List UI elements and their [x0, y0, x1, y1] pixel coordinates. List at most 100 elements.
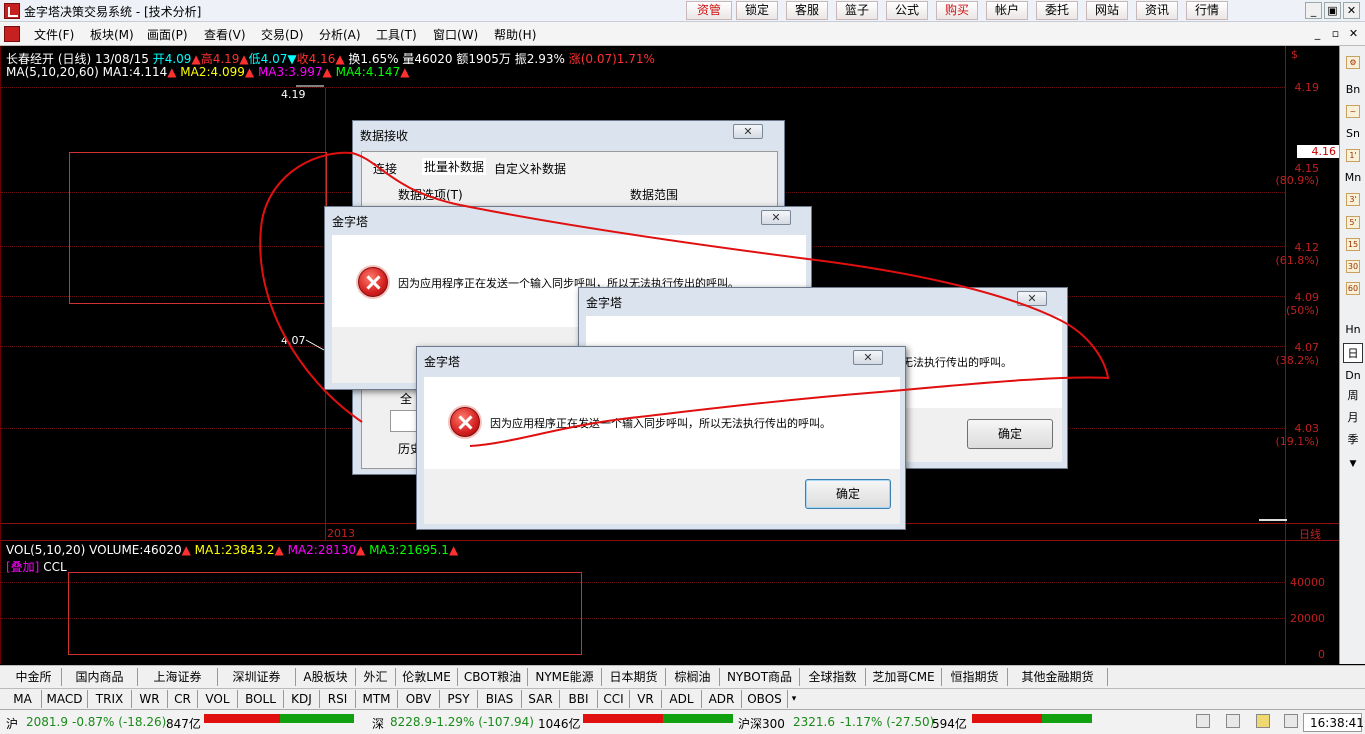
- menu-screen[interactable]: 画面(P): [147, 26, 188, 43]
- toolbar-button-order[interactable]: 委托: [1036, 1, 1078, 20]
- close-icon[interactable]: ✕: [853, 350, 883, 365]
- market-tab[interactable]: 棕榈油: [666, 668, 720, 686]
- indicator-tab[interactable]: OBOS: [742, 690, 788, 708]
- calculator-icon[interactable]: [1284, 714, 1298, 728]
- market-tab[interactable]: 中金所: [6, 668, 62, 686]
- indicator-tab[interactable]: CR: [168, 690, 198, 708]
- tab-batch-fill[interactable]: 批量补数据: [422, 158, 487, 175]
- tools-icon[interactable]: [1196, 714, 1210, 728]
- period-button-mn[interactable]: Mn: [1343, 168, 1363, 188]
- toolbar-tool-icon[interactable]: ⚙: [1346, 56, 1360, 69]
- period-button-bn[interactable]: Bn: [1343, 80, 1363, 100]
- menu-sector[interactable]: 板块(M): [90, 26, 134, 43]
- toolbar-button-quotes[interactable]: 行情: [1186, 1, 1228, 20]
- menu-window[interactable]: 窗口(W): [433, 26, 478, 43]
- indicator-tab[interactable]: CCI: [598, 690, 630, 708]
- minute-15-icon[interactable]: 15: [1346, 238, 1360, 251]
- indicator-tab[interactable]: SAR: [522, 690, 560, 708]
- indicator-tab[interactable]: ADR: [702, 690, 742, 708]
- market-tab[interactable]: 芝加哥CME: [866, 668, 942, 686]
- toolbar-button-account[interactable]: 帐户: [986, 1, 1028, 20]
- period-button-sn[interactable]: Sn: [1343, 124, 1363, 144]
- period-button-month[interactable]: 月: [1343, 408, 1363, 428]
- indicator-tab[interactable]: TRIX: [88, 690, 132, 708]
- indicator-tab[interactable]: WR: [132, 690, 168, 708]
- sz-amount: 1046亿: [538, 717, 581, 731]
- mdi-minimize-button[interactable]: _: [1310, 27, 1325, 41]
- market-tab[interactable]: A股板块: [296, 668, 356, 686]
- market-tab[interactable]: NYBOT商品: [720, 668, 800, 686]
- toolbar-button-news[interactable]: 资讯: [1136, 1, 1178, 20]
- minute-5-icon[interactable]: 5': [1346, 216, 1360, 229]
- indicator-tab[interactable]: KDJ: [284, 690, 320, 708]
- tab-custom-fill[interactable]: 自定义补数据: [494, 160, 566, 177]
- indicator-tab[interactable]: PSY: [440, 690, 478, 708]
- overlay-label[interactable]: [叠加]: [6, 560, 39, 574]
- scroll-indicator[interactable]: [1259, 519, 1287, 521]
- indicator-tab[interactable]: MACD: [42, 690, 88, 708]
- close-icon[interactable]: ✕: [733, 124, 763, 139]
- period-button-quarter[interactable]: 季: [1343, 430, 1363, 450]
- indicator-tab[interactable]: BOLL: [238, 690, 284, 708]
- period-button-day[interactable]: 日: [1343, 343, 1363, 363]
- toolbar-button-basket[interactable]: 篮子: [836, 1, 878, 20]
- restore-button[interactable]: ▣: [1324, 2, 1341, 19]
- mdi-close-button[interactable]: ✕: [1346, 27, 1361, 41]
- indicator-tab[interactable]: VOL: [198, 690, 238, 708]
- document-icon[interactable]: [4, 26, 20, 42]
- toolbar-button-formula[interactable]: 公式: [886, 1, 928, 20]
- menu-view[interactable]: 查看(V): [204, 26, 246, 43]
- indicator-tab[interactable]: RSI: [320, 690, 356, 708]
- market-tab[interactable]: 伦敦LME: [396, 668, 458, 686]
- indicator-tab[interactable]: BBI: [560, 690, 598, 708]
- market-tab[interactable]: CBOT粮油: [458, 668, 528, 686]
- info-icon[interactable]: [1226, 714, 1240, 728]
- indicator-tab[interactable]: VR: [630, 690, 662, 708]
- market-tab[interactable]: 外汇: [356, 668, 396, 686]
- menu-analysis[interactable]: 分析(A): [319, 26, 361, 43]
- close-icon[interactable]: ✕: [761, 210, 791, 225]
- minute-30-icon[interactable]: 30: [1346, 260, 1360, 273]
- market-tab[interactable]: 全球指数: [800, 668, 866, 686]
- market-tab[interactable]: 日本期货: [602, 668, 666, 686]
- market-tab[interactable]: 国内商品: [62, 668, 138, 686]
- ok-button[interactable]: 确定: [967, 419, 1053, 449]
- currency-icon[interactable]: $: [1291, 48, 1298, 61]
- market-tab[interactable]: 上海证券: [138, 668, 218, 686]
- menu-help[interactable]: 帮助(H): [494, 26, 536, 43]
- market-tab[interactable]: 恒指期货: [942, 668, 1008, 686]
- period-button-hn[interactable]: Hn: [1343, 320, 1363, 340]
- menu-file[interactable]: 文件(F): [34, 26, 74, 43]
- menu-tools[interactable]: 工具(T): [376, 26, 417, 43]
- tab-connect[interactable]: 连接: [373, 160, 397, 177]
- indicator-tab[interactable]: MTM: [356, 690, 398, 708]
- market-tab[interactable]: 其他金融期货: [1008, 668, 1108, 686]
- scroll-down-icon[interactable]: ▼: [1343, 454, 1363, 474]
- market-tab[interactable]: NYME能源: [528, 668, 602, 686]
- minimize-button[interactable]: _: [1305, 2, 1322, 19]
- minute-1-icon[interactable]: 1': [1346, 149, 1360, 162]
- indicator-tab[interactable]: BIAS: [478, 690, 522, 708]
- indicator-tab[interactable]: MA: [4, 690, 42, 708]
- minute-60-icon[interactable]: 60: [1346, 282, 1360, 295]
- folder-icon[interactable]: [1256, 714, 1270, 728]
- menu-trade[interactable]: 交易(D): [261, 26, 304, 43]
- minute-3-icon[interactable]: 3': [1346, 193, 1360, 206]
- indicator-tab[interactable]: ADL: [662, 690, 702, 708]
- toolbar-button-buy[interactable]: 购买: [936, 1, 978, 20]
- toolbar-button-lock[interactable]: 锁定: [736, 1, 778, 20]
- close-icon[interactable]: ✕: [1017, 291, 1047, 306]
- mdi-restore-button[interactable]: ▫: [1328, 27, 1343, 41]
- close-button[interactable]: ✕: [1343, 2, 1360, 19]
- period-button-dn[interactable]: Dn: [1343, 366, 1363, 386]
- toolbar-button-service[interactable]: 客服: [786, 1, 828, 20]
- more-indicators-icon[interactable]: ▾: [788, 690, 800, 708]
- toolbar-button-website[interactable]: 网站: [1086, 1, 1128, 20]
- chart-line-icon[interactable]: ~: [1346, 105, 1360, 118]
- button-all[interactable]: 全: [400, 390, 412, 407]
- toolbar-button-asset-mgmt[interactable]: 资管: [686, 1, 732, 20]
- ok-button[interactable]: 确定: [805, 479, 891, 509]
- indicator-tab[interactable]: OBV: [398, 690, 440, 708]
- market-tab[interactable]: 深圳证券: [218, 668, 296, 686]
- period-button-week[interactable]: 周: [1343, 386, 1363, 406]
